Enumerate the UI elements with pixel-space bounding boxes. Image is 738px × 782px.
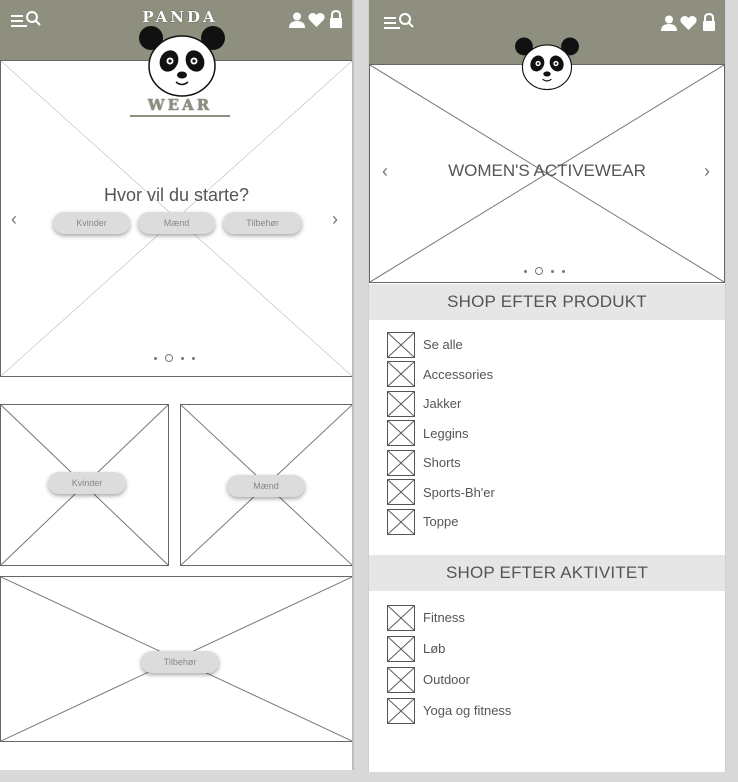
- image-placeholder-icon: [387, 666, 415, 693]
- tile-men-button[interactable]: Mænd: [227, 475, 305, 497]
- panda-logo-icon: [139, 26, 225, 97]
- activity-item-fitness[interactable]: Fitness: [387, 602, 511, 633]
- product-list: Se alle Accessories Jakker Leggins Short…: [387, 330, 495, 537]
- image-placeholder-icon: [387, 508, 415, 535]
- tile-women[interactable]: Kvinder: [0, 404, 169, 566]
- activity-section-heading: SHOP EFTER AKTIVITET: [369, 555, 725, 591]
- image-placeholder-icon: [387, 697, 415, 724]
- carousel-dot[interactable]: [154, 356, 157, 360]
- hero-title: WOMEN'S ACTIVEWEAR: [448, 161, 646, 180]
- product-item-all[interactable]: Se alle: [387, 330, 495, 360]
- carousel-next-arrow[interactable]: ›: [704, 161, 710, 182]
- image-placeholder-icon: [387, 635, 415, 662]
- activity-item-label: Yoga og fitness: [423, 703, 512, 718]
- product-item-tops[interactable]: Toppe: [387, 507, 495, 537]
- product-item-label: Leggins: [423, 425, 469, 441]
- hero-button-men[interactable]: Mænd: [138, 212, 215, 234]
- carousel-dot[interactable]: [551, 269, 554, 273]
- carousel-prev-arrow[interactable]: ‹: [382, 161, 388, 182]
- image-placeholder-icon: [387, 420, 415, 447]
- activity-item-yoga[interactable]: Yoga og fitness: [387, 695, 511, 726]
- activity-item-label: Løb: [423, 641, 446, 656]
- carousel-dot[interactable]: [524, 269, 527, 273]
- heart-icon[interactable]: [680, 15, 697, 31]
- heart-icon[interactable]: [308, 12, 325, 28]
- carousel-dots[interactable]: [154, 354, 195, 362]
- product-item-label: Shorts: [423, 455, 461, 471]
- panda-logo-icon[interactable]: [513, 36, 581, 94]
- activity-list: Fitness Løb Outdoor Yoga og fitness: [387, 602, 511, 726]
- lock-icon[interactable]: [329, 10, 343, 28]
- user-icon[interactable]: [661, 15, 677, 31]
- tile-accessories[interactable]: Tilbehør: [0, 576, 352, 742]
- carousel-dot-active[interactable]: [165, 354, 173, 362]
- user-icon[interactable]: [289, 12, 305, 28]
- product-item-leggings[interactable]: Leggins: [387, 419, 495, 449]
- product-item-jackets[interactable]: Jakker: [387, 389, 495, 419]
- image-placeholder-icon: [387, 604, 415, 631]
- menu-search-icon[interactable]: [10, 10, 42, 30]
- product-item-label: Se alle: [423, 337, 463, 353]
- carousel-dot-active[interactable]: [535, 267, 543, 275]
- image-placeholder-icon: [387, 479, 415, 506]
- product-item-shorts[interactable]: Shorts: [387, 448, 495, 478]
- brand-logo[interactable]: PANDA WEAR: [130, 6, 230, 118]
- image-placeholder-icon: [387, 331, 415, 358]
- hero-button-women[interactable]: Kvinder: [53, 212, 130, 234]
- image-placeholder-icon: [387, 361, 415, 388]
- activity-item-outdoor[interactable]: Outdoor: [387, 664, 511, 695]
- image-placeholder-icon: [387, 449, 415, 476]
- product-section-heading: SHOP EFTER PRODUKT: [369, 284, 725, 320]
- hero-title: Hvor vil du starte?: [103, 185, 250, 205]
- product-item-label: Toppe: [423, 514, 459, 530]
- tile-women-button[interactable]: Kvinder: [48, 472, 126, 494]
- brand-bottom-text: WEAR: [130, 96, 230, 117]
- carousel-prev-arrow[interactable]: ‹: [11, 209, 17, 230]
- menu-search-icon[interactable]: [383, 12, 415, 32]
- image-placeholder-icon: [387, 390, 415, 417]
- product-item-sports-bras[interactable]: Sports-Bh'er: [387, 478, 495, 508]
- home-screen: Hvor vil du starte? Kvinder Mænd Tilbehø…: [0, 0, 354, 770]
- hero-banner: WOMEN'S ACTIVEWEAR ‹ ›: [369, 64, 725, 283]
- carousel-dots[interactable]: [524, 267, 565, 275]
- carousel-dot[interactable]: [192, 356, 195, 360]
- tile-men[interactable]: Mænd: [180, 404, 352, 566]
- carousel-dot[interactable]: [562, 269, 565, 273]
- category-screen: WOMEN'S ACTIVEWEAR ‹ › SHOP EFTER PRODUK…: [368, 0, 726, 772]
- activity-item-label: Outdoor: [423, 672, 470, 687]
- carousel-next-arrow[interactable]: ›: [332, 209, 338, 230]
- lock-icon[interactable]: [702, 13, 716, 31]
- tile-accessories-button[interactable]: Tilbehør: [141, 651, 219, 673]
- hero-button-accessories[interactable]: Tilbehør: [223, 212, 302, 234]
- product-item-label: Jakker: [423, 396, 462, 412]
- product-item-label: Sports-Bh'er: [423, 484, 495, 500]
- activity-item-running[interactable]: Løb: [387, 633, 511, 664]
- product-item-label: Accessories: [423, 366, 494, 382]
- product-item-accessories[interactable]: Accessories: [387, 360, 495, 390]
- carousel-dot[interactable]: [181, 356, 184, 360]
- activity-item-label: Fitness: [423, 610, 465, 625]
